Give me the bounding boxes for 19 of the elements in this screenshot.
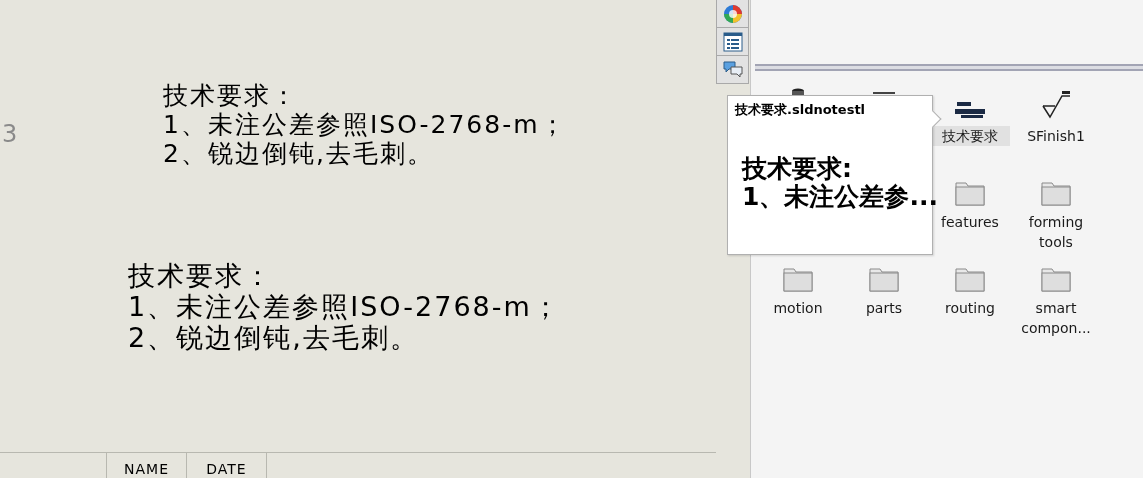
- note-line: 技术要求：: [128, 260, 274, 292]
- title-block-label: DATE: [206, 461, 247, 477]
- tooltip-title: 技术要求.sldnotestl: [735, 101, 867, 119]
- title-block-label: NAME: [124, 461, 169, 477]
- note-line: 1、未注公差参照ISO-2768-m；: [163, 110, 567, 140]
- library-item[interactable]: motion: [758, 298, 838, 318]
- library-item[interactable]: 技术要求: [930, 126, 1010, 146]
- sheet-number: 3: [2, 120, 19, 150]
- library-item[interactable]: features: [930, 212, 1010, 232]
- library-item[interactable]: parts: [844, 298, 924, 318]
- library-item[interactable]: routing: [930, 298, 1010, 318]
- note-line: 技术要求：: [163, 82, 299, 111]
- preview-text: 技术要求:: [742, 155, 853, 183]
- library-item[interactable]: forming tools: [1016, 212, 1096, 252]
- note-line: 1、未注公差参照ISO-2768-m；: [128, 291, 562, 323]
- note-line: 2、锐边倒钝,去毛刺。: [163, 139, 435, 169]
- note-line: 2、锐边倒钝,去毛刺。: [128, 322, 420, 354]
- library-item[interactable]: smart compon...: [1016, 298, 1096, 338]
- library-item[interactable]: SFinish1: [1016, 126, 1096, 146]
